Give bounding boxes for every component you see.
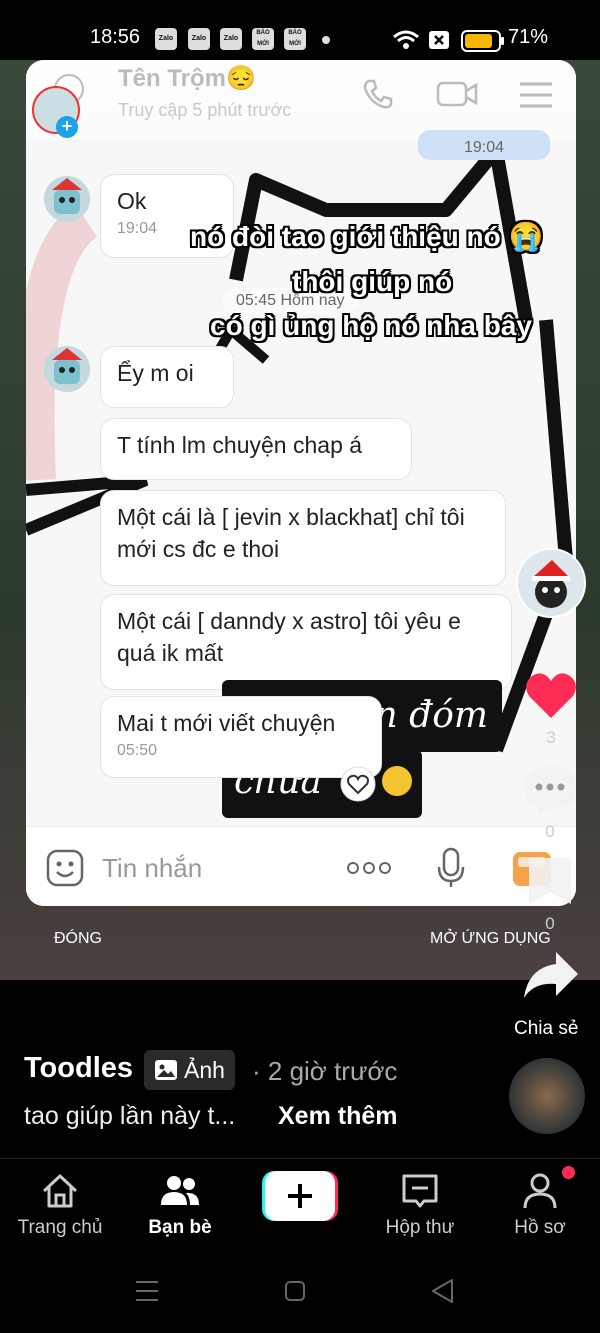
message-text: Một cái [ danndy x astro] tôi yêu e quá … — [117, 608, 461, 666]
video-call-icon — [436, 81, 478, 107]
create-button[interactable] — [262, 1171, 338, 1221]
music-disc-icon[interactable] — [509, 1058, 585, 1134]
caption-line: nó đòi tao giới thiệu nó 😭 — [190, 221, 544, 252]
contact-name: Tên Trộm😔 — [118, 65, 256, 92]
message-text: T tính lm chuyện chap á — [117, 432, 363, 458]
message-placeholder: Tin nhắn — [102, 853, 203, 883]
tab-label: Hộp thư — [385, 1217, 455, 1238]
author-name[interactable]: Toodles — [24, 1052, 133, 1085]
chat-screenshot: + Tên Trộm😔 Truy cập 5 phút trước 19:04 … — [26, 60, 576, 906]
bao-moi-icon: BÁO MỚI — [252, 28, 274, 50]
avatar — [518, 550, 584, 616]
zalo-icon: Zalo — [155, 28, 177, 50]
zalo-icon: Zalo — [220, 28, 242, 50]
close-button[interactable]: ĐÓNG — [54, 930, 102, 948]
photo-badge: Ảnh — [144, 1050, 235, 1090]
comment-count: 0 — [545, 822, 555, 841]
tab-home[interactable]: Trang chủ — [0, 1159, 120, 1249]
phone-icon — [363, 79, 393, 109]
tab-inbox[interactable]: Hộp thư — [360, 1159, 480, 1249]
see-more-link[interactable]: Xem thêm — [278, 1102, 397, 1131]
photo-badge-label: Ảnh — [184, 1057, 225, 1083]
profile-icon — [523, 1173, 557, 1209]
post-time: · 2 giờ trước — [252, 1056, 398, 1086]
battery-icon — [461, 30, 504, 52]
caption-line: có gì ủng hộ nó nha bây — [210, 310, 532, 341]
message-text: Mai t mới viết chuyện — [117, 710, 336, 736]
notification-badge — [562, 1166, 575, 1179]
post-description: tao giúp lần này t... — [24, 1102, 236, 1130]
add-icon: + — [56, 116, 78, 138]
like-count: 3 — [546, 728, 556, 747]
message-input-bar: Tin nhắn — [26, 826, 576, 906]
comment-button[interactable] — [522, 764, 578, 816]
save-count: 0 — [545, 914, 555, 933]
message-text: Ok — [117, 188, 147, 214]
inbox-icon — [402, 1174, 438, 1208]
message-bubble: Một cái [ danndy x astro] tôi yêu e quá … — [100, 594, 512, 690]
message-bubble: T tính lm chuyện chap á — [100, 418, 412, 480]
tab-label: Bạn bè — [148, 1217, 212, 1238]
tab-profile[interactable]: Hồ sơ — [480, 1159, 600, 1249]
home-nav-icon[interactable] — [284, 1280, 306, 1302]
share-label: Chia sẻ — [514, 1018, 579, 1039]
emoji-icon — [382, 766, 412, 796]
no-sim-icon — [429, 31, 449, 49]
creator-avatar[interactable] — [516, 548, 586, 618]
caption-line: thôi giúp nó — [292, 266, 453, 297]
photo-icon — [155, 1060, 177, 1080]
emoji-icon — [46, 849, 84, 887]
microphone-icon — [437, 847, 465, 887]
last-seen: Truy cập 5 phút trước — [118, 100, 292, 120]
tab-label: Hồ sơ — [514, 1217, 566, 1238]
message-text: Ểy m oi — [117, 360, 194, 386]
friends-icon — [161, 1176, 199, 1205]
back-nav-icon[interactable] — [430, 1278, 454, 1304]
bao-moi-icon: BÁO MỚI — [284, 28, 306, 50]
avatar — [44, 346, 90, 392]
bottom-tab-bar: Trang chủ Bạn bè Hộp thư Hồ sơ — [0, 1158, 600, 1249]
like-button[interactable] — [524, 670, 578, 720]
my-message-time: 19:04 — [418, 130, 550, 160]
zalo-icon: Zalo — [188, 28, 210, 50]
chat-header: + Tên Trộm😔 Truy cập 5 phút trước — [26, 60, 576, 140]
bookmark-button[interactable] — [527, 856, 573, 906]
recent-apps-icon[interactable] — [134, 1278, 160, 1304]
menu-icon — [520, 82, 552, 108]
avatar — [44, 176, 90, 222]
message-bubble: Một cái là [ jevin x blackhat] chỉ tôi m… — [100, 490, 506, 586]
tab-label: Trang chủ — [17, 1217, 103, 1238]
post-image[interactable]: + Tên Trộm😔 Truy cập 5 phút trước 19:04 … — [0, 60, 600, 980]
share-button[interactable] — [522, 950, 580, 1002]
system-nav-bar — [0, 1248, 600, 1333]
message-text: Một cái là [ jevin x blackhat] chỉ tôi m… — [117, 504, 465, 562]
message-bubble: Ểy m oi — [100, 346, 234, 408]
more-notifications-icon — [322, 36, 330, 44]
more-icon — [347, 862, 391, 874]
home-icon — [42, 1174, 78, 1208]
heart-reaction-icon — [340, 766, 376, 802]
battery-percent: 71% — [508, 26, 549, 48]
wifi-icon — [393, 30, 419, 49]
tab-friends[interactable]: Bạn bè — [120, 1159, 240, 1249]
status-bar: 18:56 Zalo Zalo Zalo BÁO MỚI BÁO MỚI 71% — [0, 0, 600, 60]
message-time: 05:50 — [117, 742, 158, 759]
status-time: 18:56 — [90, 26, 141, 48]
